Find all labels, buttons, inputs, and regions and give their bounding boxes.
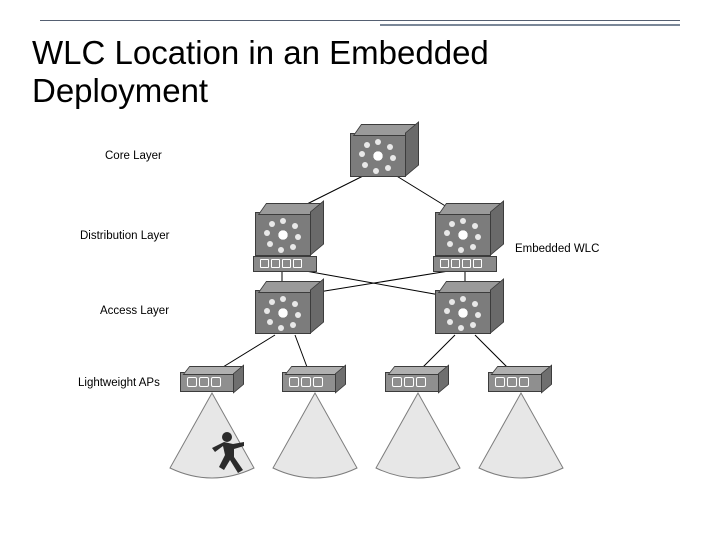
ap-4	[488, 372, 542, 392]
l3-switch-icon	[255, 290, 311, 334]
embedded-wlc-module-icon	[253, 256, 317, 272]
l3-switch-icon	[435, 290, 491, 334]
decor-rule-thick	[380, 16, 680, 26]
l3-switch-icon	[435, 212, 491, 256]
dist-switch-2	[435, 212, 491, 256]
ap-3	[385, 372, 439, 392]
label-core: Core Layer	[105, 150, 162, 162]
label-access: Access Layer	[100, 305, 169, 317]
ap-2	[282, 372, 336, 392]
access-switch-1	[255, 290, 311, 334]
title-line-2: Deployment	[32, 72, 672, 110]
l3-switch-icon	[350, 133, 406, 177]
l3-switch-icon	[255, 212, 311, 256]
label-distribution: Distribution Layer	[80, 230, 169, 242]
dist-switch-1	[255, 212, 311, 256]
ap-1	[180, 372, 234, 392]
access-point-icon	[180, 372, 234, 392]
access-point-icon	[385, 372, 439, 392]
core-switch	[350, 133, 406, 177]
decor-rule-thin	[40, 20, 680, 21]
title-line-1: WLC Location in an Embedded	[32, 34, 489, 71]
label-embedded-wlc: Embedded WLC	[515, 243, 599, 255]
access-point-icon	[488, 372, 542, 392]
wifi-coverage-cone	[265, 390, 357, 470]
network-diagram: Core Layer Distribution Layer Access Lay…	[60, 130, 660, 520]
slide: WLC Location in an Embedded Deployment	[0, 0, 720, 540]
embedded-wlc-module-icon	[433, 256, 497, 272]
slide-title: WLC Location in an Embedded Deployment	[32, 34, 672, 110]
label-aps: Lightweight APs	[78, 377, 160, 389]
wifi-coverage-cone	[471, 390, 563, 470]
end-user-icon	[210, 430, 250, 478]
access-point-icon	[282, 372, 336, 392]
access-switch-2	[435, 290, 491, 334]
wifi-coverage-cone	[368, 390, 460, 470]
